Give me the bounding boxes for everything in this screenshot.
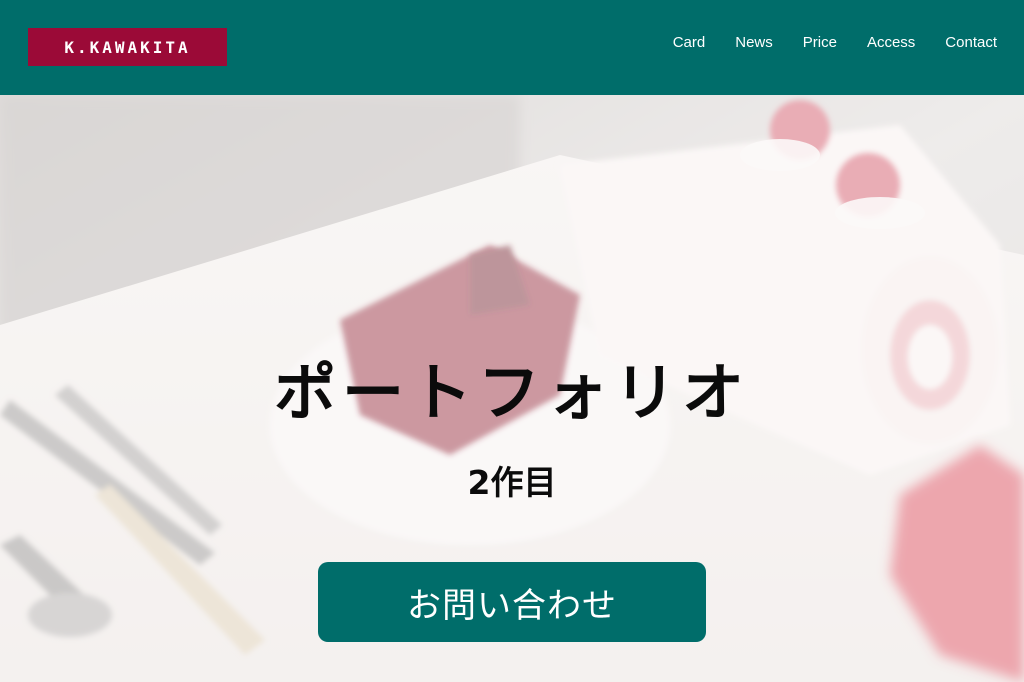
logo[interactable]: K.KAWAKITA <box>28 28 227 66</box>
main-nav: Card News Price Access Contact <box>673 34 997 52</box>
nav-link-price[interactable]: Price <box>803 34 837 52</box>
hero-title: ポートフォリオ <box>273 356 750 429</box>
nav-link-access[interactable]: Access <box>867 34 915 52</box>
site-header: K.KAWAKITA Card News Price Access Contac… <box>0 0 1024 95</box>
nav-link-card[interactable]: Card <box>673 34 706 52</box>
nav-link-news[interactable]: News <box>735 34 773 52</box>
hero-content: ポートフォリオ 2作目 お問い合わせ <box>0 95 1024 682</box>
hero-subtitle: 2作目 <box>467 463 557 502</box>
contact-button[interactable]: お問い合わせ <box>318 562 706 642</box>
nav-link-contact[interactable]: Contact <box>945 34 997 52</box>
hero-section: ポートフォリオ 2作目 お問い合わせ <box>0 95 1024 682</box>
